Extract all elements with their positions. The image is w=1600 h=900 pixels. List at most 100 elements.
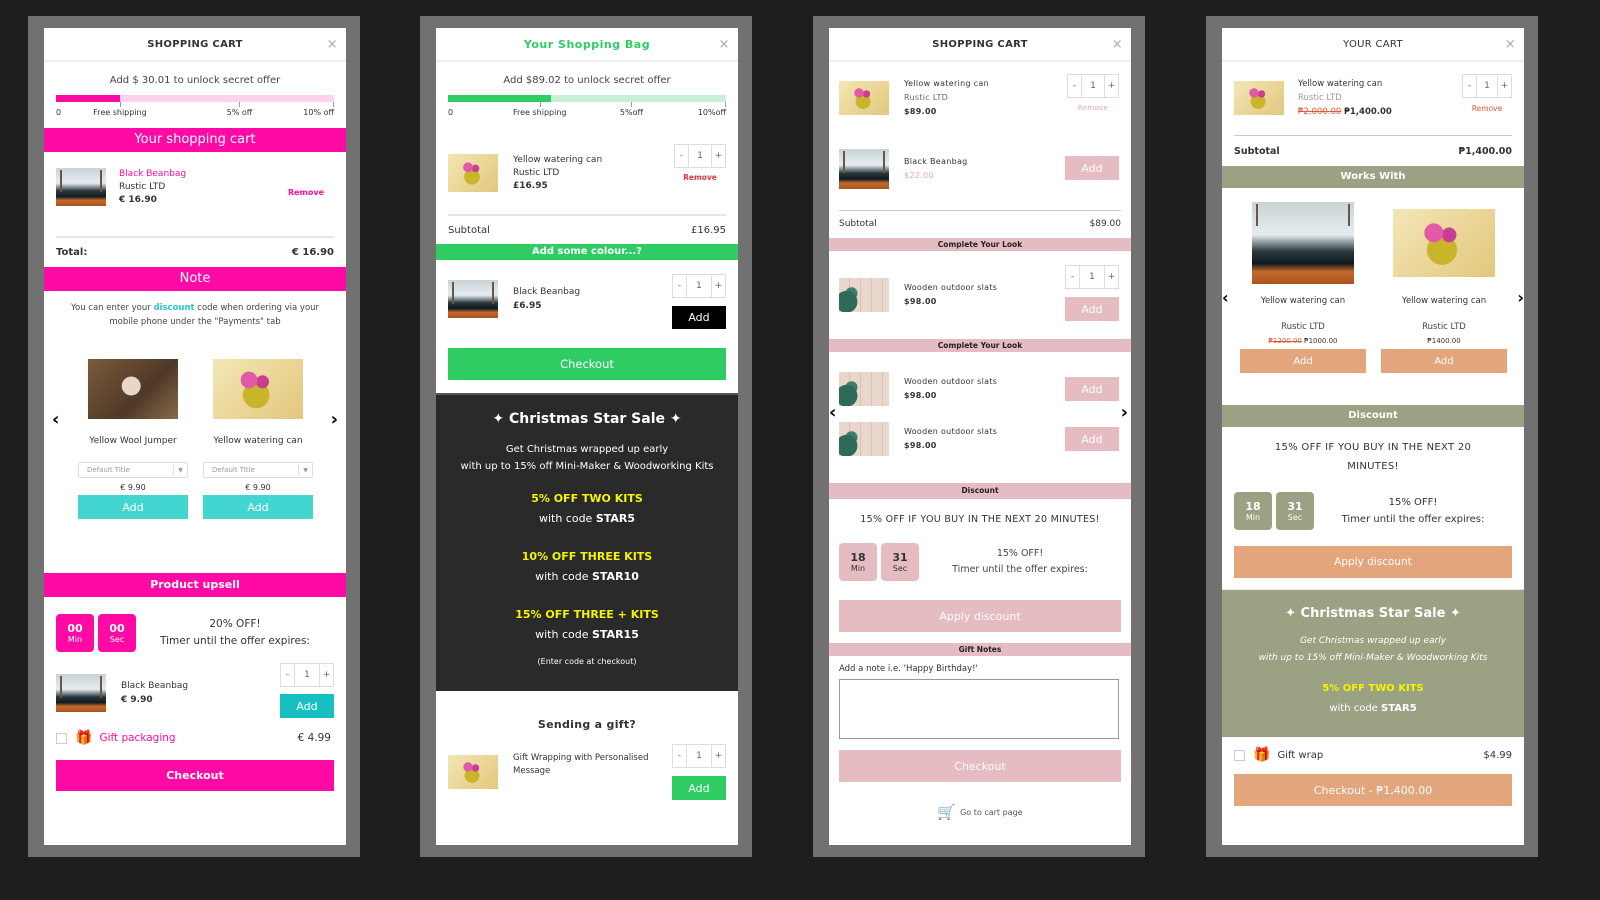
note-text: You can enter your discount code when or…	[44, 291, 346, 329]
remove-link[interactable]: Remove	[1067, 104, 1119, 112]
gift-note-input[interactable]	[839, 679, 1119, 739]
offer-headline: 5% OFF TWO KITS	[1322, 683, 1424, 694]
product-image[interactable]	[448, 154, 498, 192]
timer-minutes: 18 Min	[839, 543, 877, 581]
panel-title: Your Shopping Bag	[523, 38, 651, 51]
add-button[interactable]: Add	[78, 495, 188, 519]
carousel-next-arrow[interactable]: ›	[331, 409, 338, 430]
carousel-prev-arrow[interactable]: ‹	[52, 409, 59, 430]
add-button[interactable]: Add	[1065, 427, 1119, 451]
decrement-button[interactable]: -	[1068, 75, 1081, 97]
decrement-button[interactable]: -	[1463, 75, 1476, 97]
increment-button[interactable]: +	[1498, 75, 1511, 97]
quantity-value[interactable]: 1	[686, 745, 712, 767]
decrement-button[interactable]: -	[1066, 266, 1079, 288]
add-button[interactable]: Add	[203, 495, 313, 519]
carousel-next-arrow[interactable]: ›	[1517, 288, 1524, 307]
subtotal-label: Subtotal	[839, 219, 877, 229]
quantity-stepper[interactable]: -1 +	[672, 274, 726, 298]
product-image[interactable]	[448, 280, 498, 318]
variant-select[interactable]: Default Title ▼	[203, 462, 313, 478]
product-image[interactable]	[839, 422, 889, 456]
variant-select[interactable]: Default Title ▼	[78, 462, 188, 478]
add-button[interactable]: Add	[672, 306, 726, 329]
panel-title: SHOPPING CART	[147, 39, 243, 50]
product-image[interactable]	[839, 278, 889, 312]
quantity-stepper[interactable]: -1 +	[1067, 74, 1119, 98]
remove-link[interactable]: Remove	[674, 173, 726, 182]
product-image[interactable]	[839, 81, 889, 115]
section-header-note: Note	[44, 267, 346, 291]
quantity-value[interactable]: 1	[688, 145, 712, 167]
close-icon[interactable]: ×	[719, 28, 730, 62]
product-image[interactable]	[448, 755, 498, 789]
subtotal-label: Subtotal	[1234, 145, 1280, 157]
milestone-label: Free shipping	[93, 108, 147, 117]
remove-link[interactable]: Remove	[288, 188, 324, 197]
quantity-stepper[interactable]: -1 +	[672, 744, 726, 768]
quantity-value[interactable]: 1	[1081, 75, 1105, 97]
add-button[interactable]: Add	[1065, 156, 1119, 180]
add-button[interactable]: Add	[672, 776, 726, 800]
decrement-button[interactable]: -	[675, 145, 688, 167]
checkout-button[interactable]: Checkout	[56, 760, 334, 791]
apply-discount-button[interactable]: Apply discount	[1234, 546, 1512, 578]
product-image[interactable]	[1234, 81, 1284, 115]
add-button[interactable]: Add	[1381, 349, 1507, 373]
add-button[interactable]: Add	[1065, 377, 1119, 401]
close-icon[interactable]: ×	[1112, 28, 1123, 62]
increment-button[interactable]: +	[712, 145, 725, 167]
checkout-button[interactable]: Checkout	[448, 348, 726, 380]
quantity-stepper[interactable]: -1 +	[1462, 74, 1512, 98]
product-image[interactable]	[839, 149, 889, 189]
remove-link[interactable]: Remove	[1462, 104, 1512, 113]
product-image[interactable]	[56, 674, 106, 712]
quantity-value[interactable]: 1	[686, 275, 712, 297]
quantity-stepper[interactable]: -1 +	[1065, 265, 1119, 289]
close-icon[interactable]: ×	[327, 28, 338, 62]
product-price: £16.95	[513, 180, 548, 191]
timer-headline: 15% OFF!	[996, 548, 1044, 559]
gift-checkbox[interactable]	[1234, 749, 1245, 761]
increment-button[interactable]: +	[1105, 266, 1118, 288]
cart-page-link-text[interactable]: Go to cart page	[960, 808, 1022, 817]
cart-page-link[interactable]: 🛒 Go to cart page	[829, 803, 1131, 821]
carousel-prev-arrow[interactable]: ‹	[1222, 288, 1229, 307]
gift-label[interactable]: Gift packaging	[99, 732, 175, 744]
increment-button[interactable]: +	[320, 664, 333, 686]
quantity-stepper[interactable]: -1 +	[280, 663, 334, 687]
decrement-button[interactable]: -	[673, 745, 686, 767]
quantity-stepper[interactable]: -1 +	[674, 144, 726, 168]
increment-button[interactable]: +	[712, 745, 725, 767]
checkout-button[interactable]: Checkout - ₱1,400.00	[1234, 774, 1512, 806]
checkout-button[interactable]: Checkout	[839, 750, 1121, 782]
gift-label[interactable]: Gift wrap	[1277, 750, 1323, 761]
add-button[interactable]: Add	[1065, 297, 1119, 321]
decrement-button[interactable]: -	[281, 664, 294, 686]
product-image[interactable]	[1393, 209, 1495, 277]
gift-checkbox[interactable]	[56, 732, 67, 744]
upsell-item: Black Beanbag € 9.90 -1 + Add	[44, 663, 346, 718]
product-image[interactable]	[1252, 202, 1354, 284]
milestone-label: 5%off	[619, 108, 644, 117]
increment-button[interactable]: +	[712, 275, 725, 297]
product-image[interactable]	[213, 359, 303, 419]
cart-item-info: Yellow watering can Rustic LTD £16.95	[513, 154, 602, 193]
increment-button[interactable]: +	[1105, 75, 1118, 97]
quantity-value[interactable]: 1	[1476, 75, 1498, 97]
add-button[interactable]: Add	[280, 694, 334, 718]
product-name[interactable]: Black Beanbag	[119, 168, 186, 181]
close-icon[interactable]: ×	[1505, 28, 1516, 62]
product-image[interactable]	[839, 372, 889, 406]
add-button[interactable]: Add	[1240, 349, 1366, 373]
product-price: $98.00	[904, 441, 937, 450]
quantity-value[interactable]: 1	[1079, 266, 1105, 288]
quantity-value[interactable]: 1	[294, 664, 320, 686]
product-image[interactable]	[88, 359, 178, 419]
gift-price: $4.99	[1483, 749, 1512, 761]
apply-discount-button[interactable]: Apply discount	[839, 600, 1121, 632]
decrement-button[interactable]: -	[673, 275, 686, 297]
product-price: € 9.90	[120, 483, 146, 492]
product-image[interactable]	[56, 168, 106, 206]
discount-link[interactable]: discount	[153, 303, 194, 313]
